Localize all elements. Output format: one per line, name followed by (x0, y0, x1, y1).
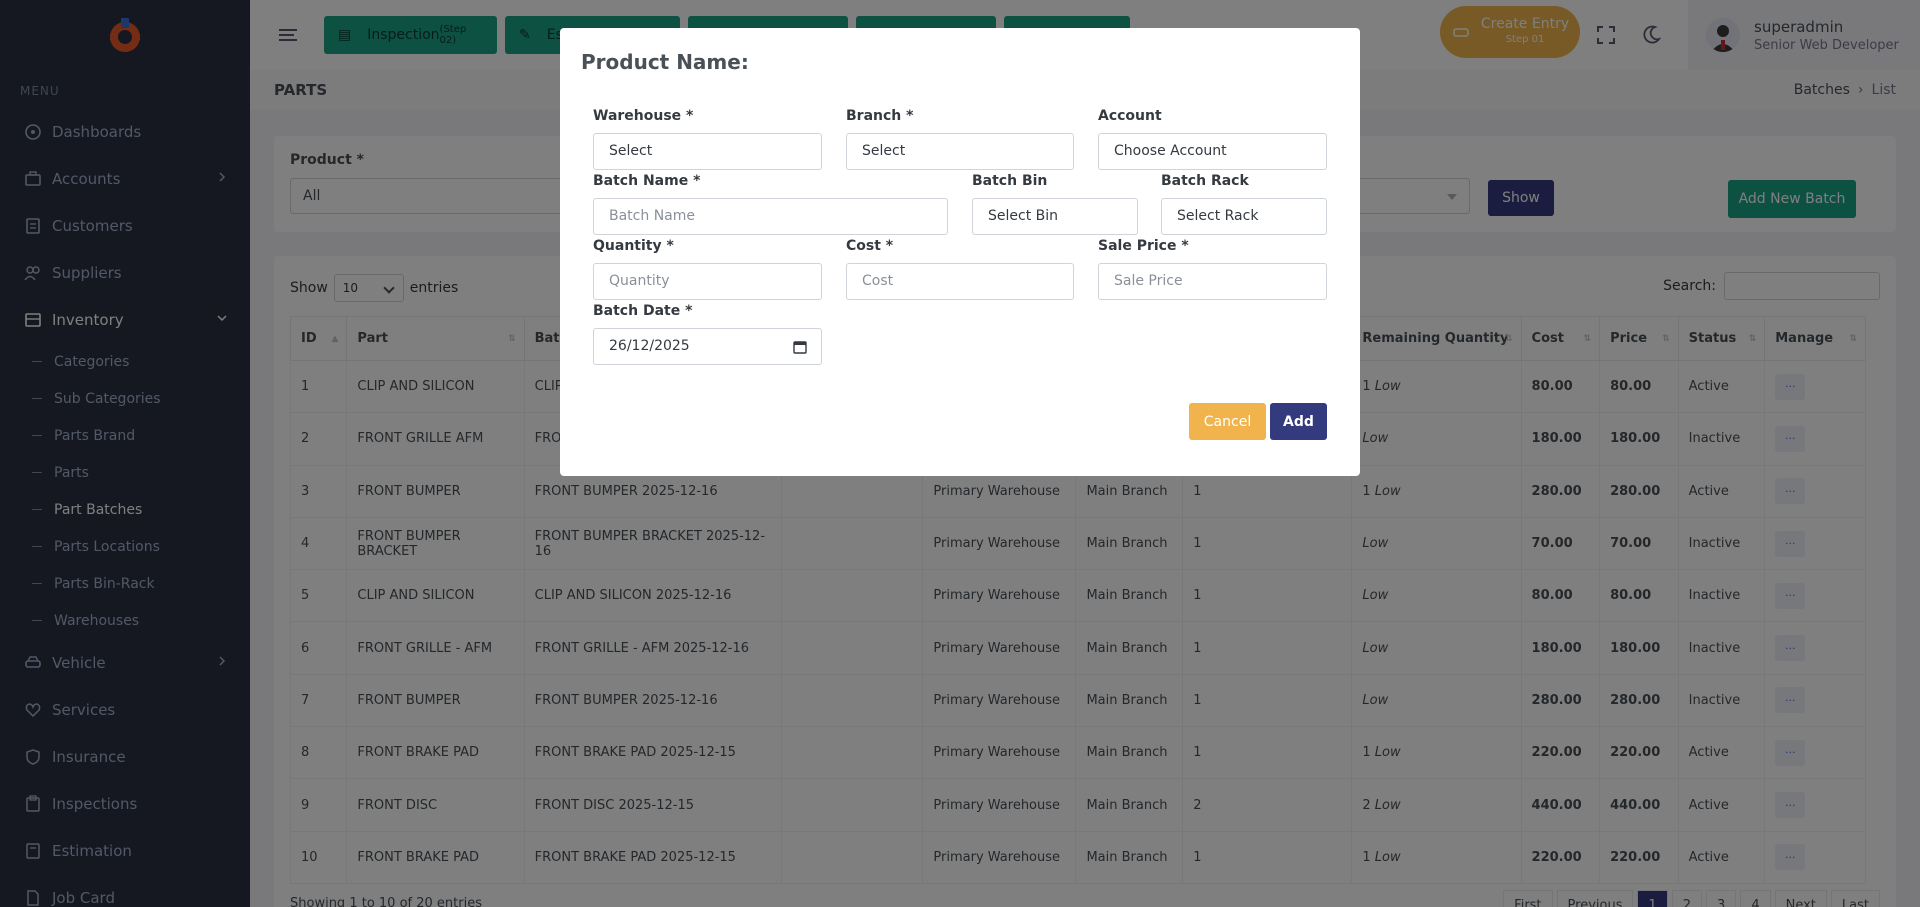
cost-label: Cost * (846, 238, 894, 254)
branch-field: Branch * Select (846, 108, 1074, 170)
batch-date-input[interactable]: 26/12/2025 (593, 328, 822, 365)
quantity-input[interactable]: Quantity (593, 263, 822, 300)
batch-date-value: 26/12/2025 (609, 338, 690, 354)
batch-rack-field: Batch Rack Select Rack (1161, 173, 1327, 235)
batch-date-label: Batch Date * (593, 303, 693, 319)
account-label: Account (1098, 108, 1162, 124)
add-button[interactable]: Add (1270, 403, 1327, 440)
batch-bin-select[interactable]: Select Bin (972, 198, 1138, 235)
warehouse-select[interactable]: Select (593, 133, 822, 170)
warehouse-label: Warehouse * (593, 108, 694, 124)
batch-bin-field: Batch Bin Select Bin (972, 173, 1138, 235)
cancel-button[interactable]: Cancel (1189, 403, 1266, 440)
batch-date-field: Batch Date * 26/12/2025 (593, 303, 822, 365)
batch-name-label: Batch Name * (593, 173, 701, 189)
account-select[interactable]: Choose Account (1098, 133, 1327, 170)
cost-input[interactable]: Cost (846, 263, 1074, 300)
quantity-label: Quantity * (593, 238, 674, 254)
batch-rack-label: Batch Rack (1161, 173, 1249, 189)
sale-price-field: Sale Price * Sale Price (1098, 238, 1327, 300)
quantity-field: Quantity * Quantity (593, 238, 822, 300)
modal-title: Product Name: (581, 50, 749, 74)
batch-bin-label: Batch Bin (972, 173, 1048, 189)
calendar-icon[interactable] (793, 340, 807, 354)
sale-price-input[interactable]: Sale Price (1098, 263, 1327, 300)
sale-price-label: Sale Price * (1098, 238, 1189, 254)
branch-select[interactable]: Select (846, 133, 1074, 170)
branch-label: Branch * (846, 108, 914, 124)
batch-rack-select[interactable]: Select Rack (1161, 198, 1327, 235)
warehouse-field: Warehouse * Select (593, 108, 822, 170)
batch-name-field: Batch Name * Batch Name (593, 173, 948, 235)
add-batch-modal: Product Name: Warehouse * Select Branch … (560, 28, 1360, 476)
account-field: Account Choose Account (1098, 108, 1327, 170)
batch-name-input[interactable]: Batch Name (593, 198, 948, 235)
cost-field: Cost * Cost (846, 238, 1074, 300)
